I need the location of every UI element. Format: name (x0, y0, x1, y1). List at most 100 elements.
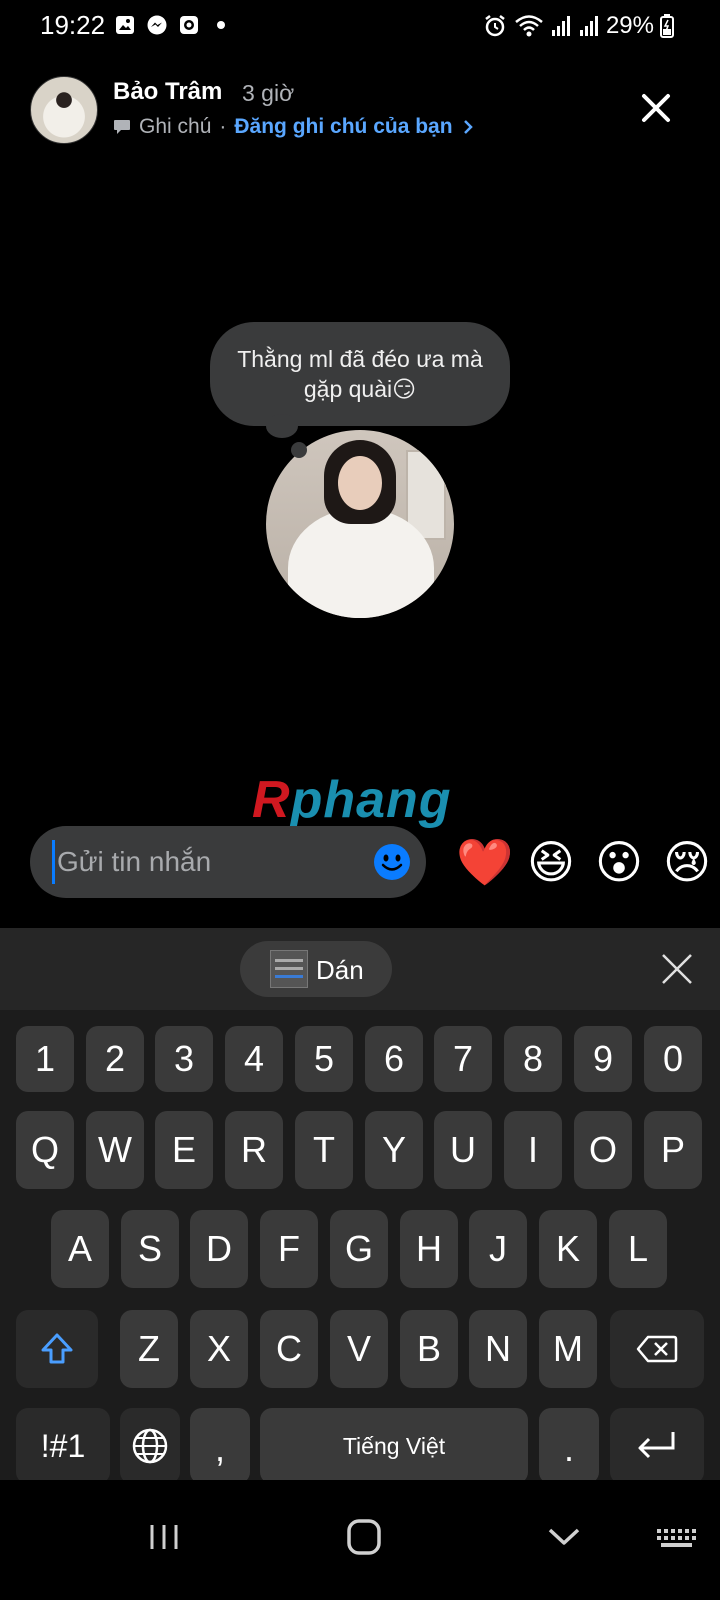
globe-icon (132, 1428, 168, 1464)
battery-icon (660, 14, 674, 38)
note-subtitle: Ghi chú · Đăng ghi chú của bạn (113, 115, 475, 139)
profile-photo (266, 430, 454, 618)
paste-button[interactable]: Dán (240, 941, 392, 997)
key-j[interactable]: J (469, 1210, 527, 1288)
separator: · (219, 115, 227, 138)
key-9[interactable]: 9 (574, 1026, 632, 1092)
enter-key[interactable] (610, 1408, 704, 1484)
note-header: Bảo Trâm 3 giờ Ghi chú · Đăng ghi chú củ… (0, 68, 720, 148)
language-key[interactable] (120, 1408, 180, 1484)
reaction-laugh[interactable]: 😆 (524, 834, 578, 890)
key-z[interactable]: Z (120, 1310, 178, 1388)
key-5[interactable]: 5 (295, 1026, 353, 1092)
key-f[interactable]: F (260, 1210, 318, 1288)
battery-percent: 29% (605, 12, 654, 39)
keyboard-icon[interactable] (651, 1512, 701, 1562)
photo-face (338, 456, 382, 510)
clipboard-thumbnail (270, 950, 308, 988)
comma-key[interactable]: , (190, 1408, 250, 1484)
bubble-tail-dot (291, 442, 307, 458)
emoji-icon[interactable] (372, 842, 412, 882)
key-s[interactable]: S (121, 1210, 179, 1288)
quick-reactions: ❤️ 😆 😮 😢 (456, 834, 720, 894)
chevron-right-icon[interactable] (461, 118, 475, 136)
wifi-icon (515, 15, 543, 37)
message-composer (30, 826, 426, 898)
note-icon (114, 120, 130, 134)
paste-label: Dán (316, 955, 364, 985)
period-key[interactable]: . (539, 1408, 599, 1484)
key-p[interactable]: P (644, 1111, 702, 1189)
photo-body (288, 508, 434, 618)
alarm-icon (485, 15, 505, 37)
shift-key[interactable] (16, 1310, 98, 1388)
key-d[interactable]: D (190, 1210, 248, 1288)
key-2[interactable]: 2 (86, 1026, 144, 1092)
key-3[interactable]: 3 (155, 1026, 213, 1092)
key-x[interactable]: X (190, 1310, 248, 1388)
space-key[interactable]: Tiếng Việt (260, 1408, 528, 1484)
key-7[interactable]: 7 (434, 1026, 492, 1092)
bubble-tail (266, 414, 298, 438)
navigation-bar (0, 1480, 720, 1600)
reaction-heart[interactable]: ❤️ (456, 834, 513, 890)
system-icons: 29% (482, 12, 674, 40)
post-note-link[interactable]: Đăng ghi chú của bạn (234, 115, 452, 139)
key-b[interactable]: B (400, 1310, 458, 1388)
note-bubble: Thằng ml đã đéo ưa mà gặp quài😏 (210, 322, 510, 426)
image-icon (116, 16, 134, 34)
screen-record-icon (180, 16, 198, 34)
key-0[interactable]: 0 (644, 1026, 702, 1092)
key-w[interactable]: W (86, 1111, 144, 1189)
key-g[interactable]: G (330, 1210, 388, 1288)
key-r[interactable]: R (225, 1111, 283, 1189)
reaction-wow[interactable]: 😮 (592, 834, 646, 890)
more-dot-icon (217, 21, 225, 29)
key-c[interactable]: C (260, 1310, 318, 1388)
note-label: Ghi chú (139, 115, 212, 138)
key-k[interactable]: K (539, 1210, 597, 1288)
enter-icon (638, 1432, 675, 1459)
user-name[interactable]: Bảo Trâm (113, 78, 222, 106)
key-e[interactable]: E (155, 1111, 213, 1189)
watermark-logo: Rphang (252, 771, 452, 829)
back-icon[interactable] (534, 1512, 594, 1562)
backspace-key[interactable] (610, 1310, 704, 1388)
status-time: 19:22 (40, 10, 106, 40)
avatar[interactable] (30, 76, 98, 144)
key-y[interactable]: Y (365, 1111, 423, 1189)
message-input[interactable] (52, 840, 362, 884)
recents-icon[interactable] (134, 1512, 194, 1562)
key-h[interactable]: H (400, 1210, 458, 1288)
key-n[interactable]: N (469, 1310, 527, 1388)
key-a[interactable]: A (51, 1210, 109, 1288)
key-6[interactable]: 6 (365, 1026, 423, 1092)
symbols-key[interactable]: !#1 (16, 1408, 110, 1484)
note-text: Thằng ml đã đéo ưa mà gặp quài😏 (237, 346, 483, 402)
key-m[interactable]: M (539, 1310, 597, 1388)
backspace-icon (636, 1335, 678, 1363)
key-o[interactable]: O (574, 1111, 632, 1189)
key-t[interactable]: T (295, 1111, 353, 1189)
signal-icon (579, 16, 598, 36)
notification-icons (114, 14, 232, 36)
key-v[interactable]: V (330, 1310, 388, 1388)
signal-icon (551, 16, 570, 36)
key-4[interactable]: 4 (225, 1026, 283, 1092)
keyboard-toolbar: Dán (0, 928, 720, 1010)
key-l[interactable]: L (609, 1210, 667, 1288)
key-u[interactable]: U (434, 1111, 492, 1189)
key-q[interactable]: Q (16, 1111, 74, 1189)
key-i[interactable]: I (504, 1111, 562, 1189)
keyboard: Dán 1 2 3 4 5 6 7 8 9 0 Q W E R T Y U I … (0, 928, 720, 1484)
home-icon[interactable] (334, 1512, 394, 1562)
key-8[interactable]: 8 (504, 1026, 562, 1092)
key-1[interactable]: 1 (16, 1026, 74, 1092)
messenger-icon (147, 15, 167, 35)
close-icon[interactable] (636, 88, 676, 128)
status-bar: 19:22 29% (0, 0, 720, 52)
reaction-sad[interactable]: 😢 (660, 834, 714, 890)
note-time: 3 giờ (242, 80, 295, 106)
shift-icon (41, 1333, 73, 1364)
close-icon[interactable] (658, 950, 696, 988)
